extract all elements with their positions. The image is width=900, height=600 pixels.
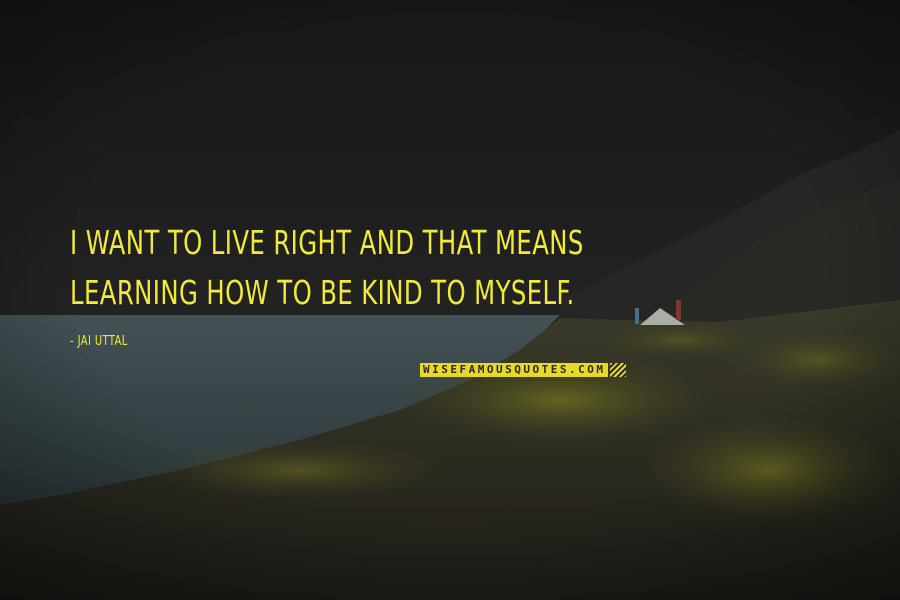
quote-text: I WANT TO LIVE RIGHT AND THAT MEANS LEAR…	[70, 223, 584, 312]
watermark-label: WISEFAMOUSQUOTES.COM	[420, 363, 609, 377]
quote-image: I WANT TO LIVE RIGHT AND THAT MEANS LEAR…	[0, 0, 900, 600]
stripes-icon	[610, 363, 627, 377]
watermark: WISEFAMOUSQUOTES.COM	[420, 362, 627, 378]
quote-author: - JAI UTTAL	[70, 334, 128, 349]
watermark-text: WISEFAMOUSQUOTES.COM	[423, 363, 606, 376]
